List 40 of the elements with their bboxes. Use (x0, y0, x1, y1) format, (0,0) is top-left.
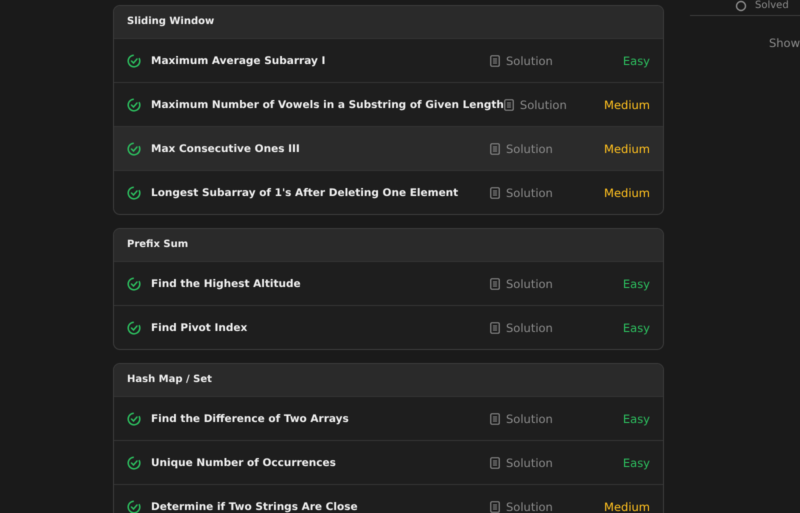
section-title: Sliding Window (114, 6, 663, 38)
problem-title[interactable]: Determine if Two Strings Are Close (151, 500, 490, 512)
solution-link[interactable]: Solution (506, 186, 553, 200)
problem-row[interactable]: Maximum Average Subarray I Solution Easy (114, 38, 663, 82)
difficulty-label: Easy (622, 320, 650, 334)
problem-title[interactable]: Maximum Number of Vowels in a Substring of Given Length (151, 98, 504, 110)
difficulty-label: Easy (622, 276, 650, 290)
solution-link[interactable]: Solution (506, 320, 553, 334)
difficulty-label: Medium (603, 142, 650, 156)
problem-title[interactable]: Find Pivot Index (151, 322, 490, 334)
difficulty-label: Medium (603, 186, 650, 200)
problem-row[interactable]: Find Pivot Index Solution Easy (114, 305, 663, 349)
section-title: Prefix Sum (114, 229, 663, 261)
solved-label: Solved (755, 0, 789, 12)
difficulty-label: Easy (622, 456, 650, 470)
solution-link[interactable]: Solution (506, 54, 553, 68)
problem-title[interactable]: Maximum Average Subarray I (151, 54, 490, 66)
difficulty-label: Medium (603, 500, 650, 513)
difficulty-label: Medium (603, 98, 650, 112)
problem-row[interactable]: Find the Highest Altitude Solution Easy (114, 261, 663, 305)
problem-row[interactable]: Max Consecutive Ones III Solution Medium (114, 126, 663, 170)
problem-title[interactable]: Find the Difference of Two Arrays (151, 412, 490, 424)
solution-link[interactable]: Solution (506, 142, 553, 156)
problem-title[interactable]: Unique Number of Occurrences (151, 456, 490, 468)
problem-title[interactable]: Longest Subarray of 1's After Deleting One Element (151, 186, 490, 198)
solution-link[interactable]: Solution (506, 276, 553, 290)
solution-link[interactable]: Solution (506, 456, 553, 470)
solution-link[interactable]: Solution (520, 98, 567, 112)
solution-link[interactable]: Solution (506, 412, 553, 426)
difficulty-label: Easy (622, 412, 650, 426)
problem-row[interactable]: Find the Difference of Two Arrays Solution Easy (114, 396, 663, 440)
show-link[interactable]: Show (768, 36, 800, 50)
problem-title[interactable]: Find the Highest Altitude (151, 278, 490, 290)
section-title: Hash Map / Set (114, 364, 663, 396)
problem-title[interactable]: Max Consecutive Ones III (151, 142, 490, 154)
problem-row[interactable]: Determine if Two Strings Are Close Solution Medium (114, 484, 663, 513)
problem-row[interactable]: Unique Number of Occurrences Solution Easy (114, 440, 663, 484)
solution-link[interactable]: Solution (506, 500, 553, 513)
problem-row[interactable]: Longest Subarray of 1's After Deleting One Element Solution Medium (114, 170, 663, 214)
difficulty-label: Easy (622, 54, 650, 68)
